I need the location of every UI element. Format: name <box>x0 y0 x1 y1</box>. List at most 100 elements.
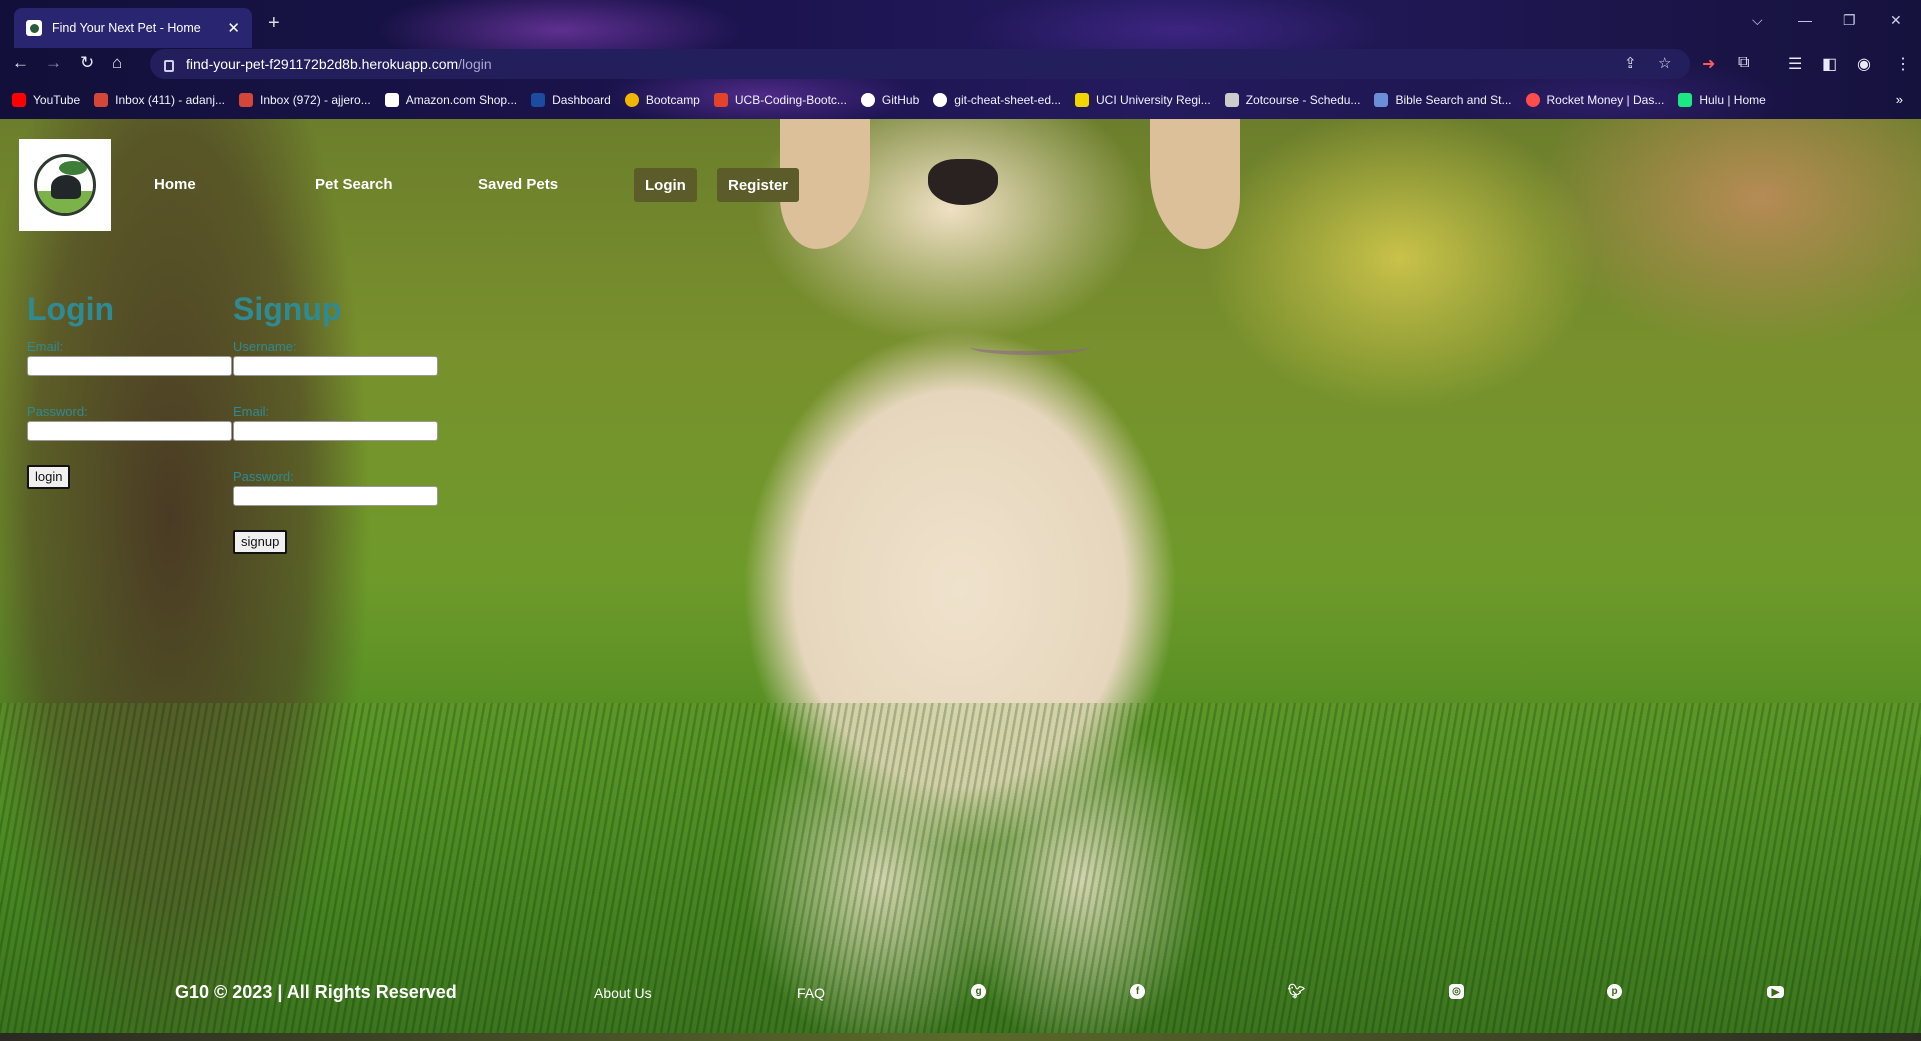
bookmark-label: Dashboard <box>552 93 611 107</box>
browser-chrome: Find Your Next Pet - Home ✕ + ⌵ — ❐ ✕ ← … <box>0 0 1921 119</box>
bookmarks-overflow-icon[interactable]: » <box>1896 92 1903 107</box>
bookmark-label: Bible Search and St... <box>1395 93 1512 107</box>
github-icon <box>933 93 948 107</box>
extension-icon[interactable]: ➜ <box>1702 54 1715 74</box>
window-bottom-edge <box>0 1033 1921 1041</box>
login-password-field[interactable] <box>27 421 232 441</box>
tab-close-icon[interactable]: ✕ <box>227 19 240 37</box>
puppy-photo <box>1150 119 1240 249</box>
footer-faq-link[interactable]: FAQ <box>797 985 825 1001</box>
bookmark-label: Bootcamp <box>645 93 700 107</box>
minimize-button[interactable]: — <box>1798 12 1812 28</box>
url-path: /login <box>458 56 492 72</box>
restore-button[interactable]: ❐ <box>1843 12 1856 29</box>
facebook-icon[interactable]: f <box>1130 984 1145 999</box>
hulu-icon <box>1678 93 1693 107</box>
page-viewport: Home Pet Search Saved Pets Login Registe… <box>0 119 1921 1033</box>
url-host: find-your-pet-f291172b2d8b.herokuapp.com <box>186 56 459 72</box>
new-tab-button[interactable]: + <box>268 12 280 35</box>
reload-icon[interactable]: ↻ <box>80 53 94 73</box>
bootcamp-icon <box>624 93 639 107</box>
bookmark-label: Hulu | Home <box>1699 93 1766 107</box>
nav-saved-pets-link[interactable]: Saved Pets <box>478 176 558 193</box>
youtube-icon <box>12 93 26 107</box>
pinterest-icon[interactable]: p <box>1607 984 1622 999</box>
address-bar[interactable]: find-your-pet-f291172b2d8b.herokuapp.com… <box>150 49 1690 79</box>
bookmark-label: Rocket Money | Das... <box>1546 93 1665 107</box>
media-control-icon[interactable]: ☰ <box>1788 54 1802 74</box>
login-submit-button[interactable]: login <box>27 465 71 489</box>
site-logo[interactable] <box>19 139 111 231</box>
instagram-icon[interactable]: ◎ <box>1449 984 1464 999</box>
youtube-icon[interactable]: ▶ <box>1767 986 1784 998</box>
bible-icon <box>1374 93 1389 107</box>
bookmark-label: UCB-Coding-Bootc... <box>734 93 847 107</box>
nav-pet-search-link[interactable]: Pet Search <box>315 176 393 193</box>
login-email-label: Email: <box>27 339 64 354</box>
bookmark-item[interactable]: UCB-Coding-Bootc... <box>713 93 847 107</box>
login-email-field[interactable] <box>27 356 232 376</box>
signup-username-field[interactable] <box>233 356 438 376</box>
extensions-puzzle-icon[interactable]: ⧉ <box>1738 54 1749 72</box>
signup-submit-button[interactable]: signup <box>233 530 288 554</box>
github-icon <box>860 93 875 107</box>
bookmark-item[interactable]: Dashboard <box>531 93 611 107</box>
bookmark-item[interactable]: UCI University Regi... <box>1075 93 1211 107</box>
side-panel-icon[interactable]: ◧ <box>1822 54 1837 74</box>
bookmark-item[interactable]: Hulu | Home <box>1678 93 1766 107</box>
gmail-icon <box>239 93 253 107</box>
bookmark-item[interactable]: Bible Search and St... <box>1374 93 1512 107</box>
gitlab-icon <box>713 93 728 107</box>
signup-password-label: Password: <box>233 469 294 484</box>
login-form: Login Email: Password: login <box>27 291 232 489</box>
bookmark-item[interactable]: Bootcamp <box>624 93 700 107</box>
bookmark-item[interactable]: Rocket Money | Das... <box>1525 93 1665 107</box>
bookmark-label: Inbox (411) - adanj... <box>115 93 225 107</box>
bookmark-label: UCI University Regi... <box>1096 93 1211 107</box>
bookmark-label: Inbox (972) - ajjero... <box>260 93 371 107</box>
pet-logo-icon <box>34 154 96 216</box>
back-icon[interactable]: ← <box>12 53 29 73</box>
twitter-icon[interactable]: 🐦︎ <box>1288 983 1306 999</box>
bookmark-label: GitHub <box>881 93 920 107</box>
dashboard-icon <box>531 93 546 107</box>
bookmark-label: Amazon.com Shop... <box>405 93 518 107</box>
zotcourse-icon <box>1224 93 1239 107</box>
tab-search-icon[interactable]: ⌵ <box>1752 12 1763 29</box>
bookmark-item[interactable]: Zotcourse - Schedu... <box>1224 93 1360 107</box>
login-heading: Login <box>27 291 115 327</box>
signup-email-field[interactable] <box>233 421 438 441</box>
footer-copyright: G10 © 2023 | All Rights Reserved <box>175 982 457 1002</box>
amazon-icon <box>384 93 399 107</box>
bookmarks-bar: YouTube Inbox (411) - adanj... Inbox (97… <box>0 86 1921 114</box>
tab-strip: Find Your Next Pet - Home ✕ + ⌵ — ❐ ✕ <box>0 0 1921 48</box>
bookmark-item[interactable]: Inbox (972) - ajjero... <box>239 93 371 107</box>
close-window-button[interactable]: ✕ <box>1890 12 1902 29</box>
rocket-money-icon <box>1525 93 1540 107</box>
bookmark-item[interactable]: GitHub <box>860 93 920 107</box>
bookmark-item[interactable]: git-cheat-sheet-ed... <box>933 93 1061 107</box>
signup-form: Signup Username: Email: Password: signup <box>233 291 438 554</box>
bookmark-star-icon[interactable]: ☆ <box>1658 54 1671 72</box>
footer-about-link[interactable]: About Us <box>594 985 652 1001</box>
browser-tab[interactable]: Find Your Next Pet - Home ✕ <box>14 8 252 48</box>
browser-toolbar: ← → ↻ ⌂ find-your-pet-f291172b2d8b.herok… <box>0 48 1921 80</box>
bookmark-item[interactable]: Amazon.com Shop... <box>384 93 518 107</box>
puppy-nose <box>928 159 998 205</box>
site-favicon-icon <box>26 20 42 36</box>
nav-home-link[interactable]: Home <box>154 176 196 193</box>
kebab-menu-icon[interactable]: ⋮ <box>1895 54 1911 74</box>
bookmark-item[interactable]: YouTube <box>12 93 80 107</box>
profile-avatar-icon[interactable]: ◉ <box>1857 54 1871 74</box>
share-icon[interactable]: ⇪ <box>1624 54 1637 72</box>
signup-password-field[interactable] <box>233 486 438 506</box>
nav-register-button[interactable]: Register <box>717 168 800 202</box>
github-icon[interactable]: g <box>971 984 986 999</box>
bookmark-label: YouTube <box>33 93 81 107</box>
lock-icon[interactable] <box>164 60 174 72</box>
home-icon[interactable]: ⌂ <box>112 53 122 73</box>
bookmark-item[interactable]: Inbox (411) - adanj... <box>94 93 225 107</box>
nav-login-button[interactable]: Login <box>634 168 697 202</box>
forward-icon[interactable]: → <box>45 53 62 73</box>
puppy-collar <box>970 339 1090 355</box>
